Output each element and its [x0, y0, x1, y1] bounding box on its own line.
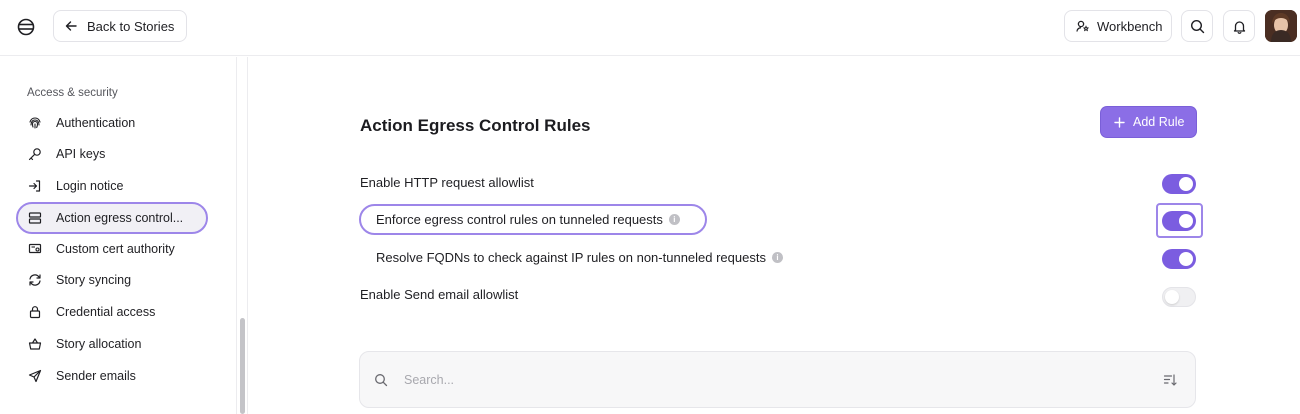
send-icon	[28, 369, 42, 383]
back-button-label: Back to Stories	[87, 18, 175, 34]
key-icon	[28, 148, 41, 161]
search-input[interactable]	[404, 370, 1104, 390]
info-icon[interactable]: i	[771, 252, 783, 263]
search-icon	[375, 374, 388, 387]
sidebar-item-label: Story syncing	[56, 273, 132, 287]
avatar-image	[1265, 10, 1297, 42]
sidebar-item-api-keys[interactable]: API keys	[18, 140, 206, 168]
sidebar-item-label: Authentication	[56, 116, 136, 130]
toggle-resolve-fqdns[interactable]	[1162, 249, 1196, 269]
sidebar-item-story-syncing[interactable]: Story syncing	[18, 266, 206, 294]
bell-icon	[1233, 20, 1245, 34]
arrow-left-icon	[65, 21, 77, 31]
sidebar-item-sender-emails[interactable]: Sender emails	[18, 362, 206, 390]
add-rule-label: Add Rule	[1133, 115, 1185, 129]
login-icon	[28, 180, 41, 192]
settings-sidebar: Access & security Authentication API key…	[0, 57, 237, 414]
search-button[interactable]	[1181, 10, 1213, 42]
setting-send-email-allowlist-label: Enable Send email allowlist	[360, 287, 518, 302]
sidebar-item-story-allocation[interactable]: Story allocation	[18, 330, 206, 358]
sidebar-item-label: Action egress control...	[56, 211, 184, 225]
notifications-button[interactable]	[1223, 10, 1255, 42]
fingerprint-icon	[29, 117, 41, 129]
toggle-knob	[1179, 252, 1193, 266]
sidebar-item-label: Sender emails	[56, 369, 136, 383]
sync-icon	[29, 274, 41, 286]
app-logo-icon[interactable]	[16, 17, 36, 37]
setting-http-allowlist-label: Enable HTTP request allowlist	[360, 175, 534, 190]
sidebar-item-label: API keys	[56, 147, 106, 161]
workbench-button[interactable]: Workbench	[1064, 10, 1172, 42]
basket-icon	[28, 338, 42, 350]
sidebar-item-label: Custom cert authority	[56, 242, 175, 256]
workbench-label: Workbench	[1097, 18, 1163, 34]
info-icon[interactable]: i	[668, 214, 680, 225]
sidebar-item-label: Credential access	[56, 305, 156, 319]
toggle-knob	[1179, 177, 1193, 191]
workbench-icon	[1076, 20, 1090, 32]
setting-enforce-tunneled-label: Enforce egress control rules on tunneled…	[376, 212, 680, 227]
setting-label: Enable HTTP request allowlist	[360, 175, 534, 190]
sidebar-item-custom-cert-authority[interactable]: Custom cert authority	[18, 235, 206, 263]
toggle-knob	[1179, 214, 1193, 228]
sidebar-item-login-notice[interactable]: Login notice	[18, 172, 206, 200]
top-bar: Back to Stories Workbench	[0, 0, 1300, 56]
certificate-icon	[28, 243, 42, 254]
toggle-send-email-allowlist[interactable]	[1162, 287, 1196, 307]
server-icon	[28, 212, 42, 224]
plus-icon	[1114, 116, 1125, 128]
sidebar-item-label: Login notice	[56, 179, 124, 193]
back-to-stories-button[interactable]: Back to Stories	[53, 10, 188, 42]
user-avatar[interactable]	[1265, 10, 1297, 42]
sidebar-item-authentication[interactable]: Authentication	[18, 109, 206, 137]
toggle-enforce-tunneled[interactable]	[1162, 211, 1196, 231]
sidebar-section-heading: Access & security	[27, 87, 118, 99]
lock-icon	[29, 306, 41, 319]
rules-search-bar	[359, 351, 1196, 408]
toggle-knob	[1165, 290, 1179, 304]
setting-label: Enforce egress control rules on tunneled…	[376, 212, 663, 227]
sidebar-item-label: Story allocation	[56, 337, 142, 351]
setting-label: Resolve FQDNs to check against IP rules …	[376, 250, 766, 265]
add-rule-button[interactable]: Add Rule	[1101, 107, 1196, 137]
sort-icon[interactable]	[1163, 373, 1177, 387]
sidebar-item-action-egress-control[interactable]: Action egress control...	[16, 202, 208, 234]
setting-resolve-fqdns-label: Resolve FQDNs to check against IP rules …	[376, 250, 783, 265]
toggle-http-allowlist[interactable]	[1162, 174, 1196, 194]
setting-label: Enable Send email allowlist	[360, 287, 519, 302]
search-icon	[1190, 19, 1204, 33]
sidebar-item-credential-access[interactable]: Credential access	[18, 298, 206, 326]
sidebar-scrollbar-thumb[interactable]	[240, 318, 245, 414]
page-title: Action Egress Control Rules	[360, 116, 591, 135]
